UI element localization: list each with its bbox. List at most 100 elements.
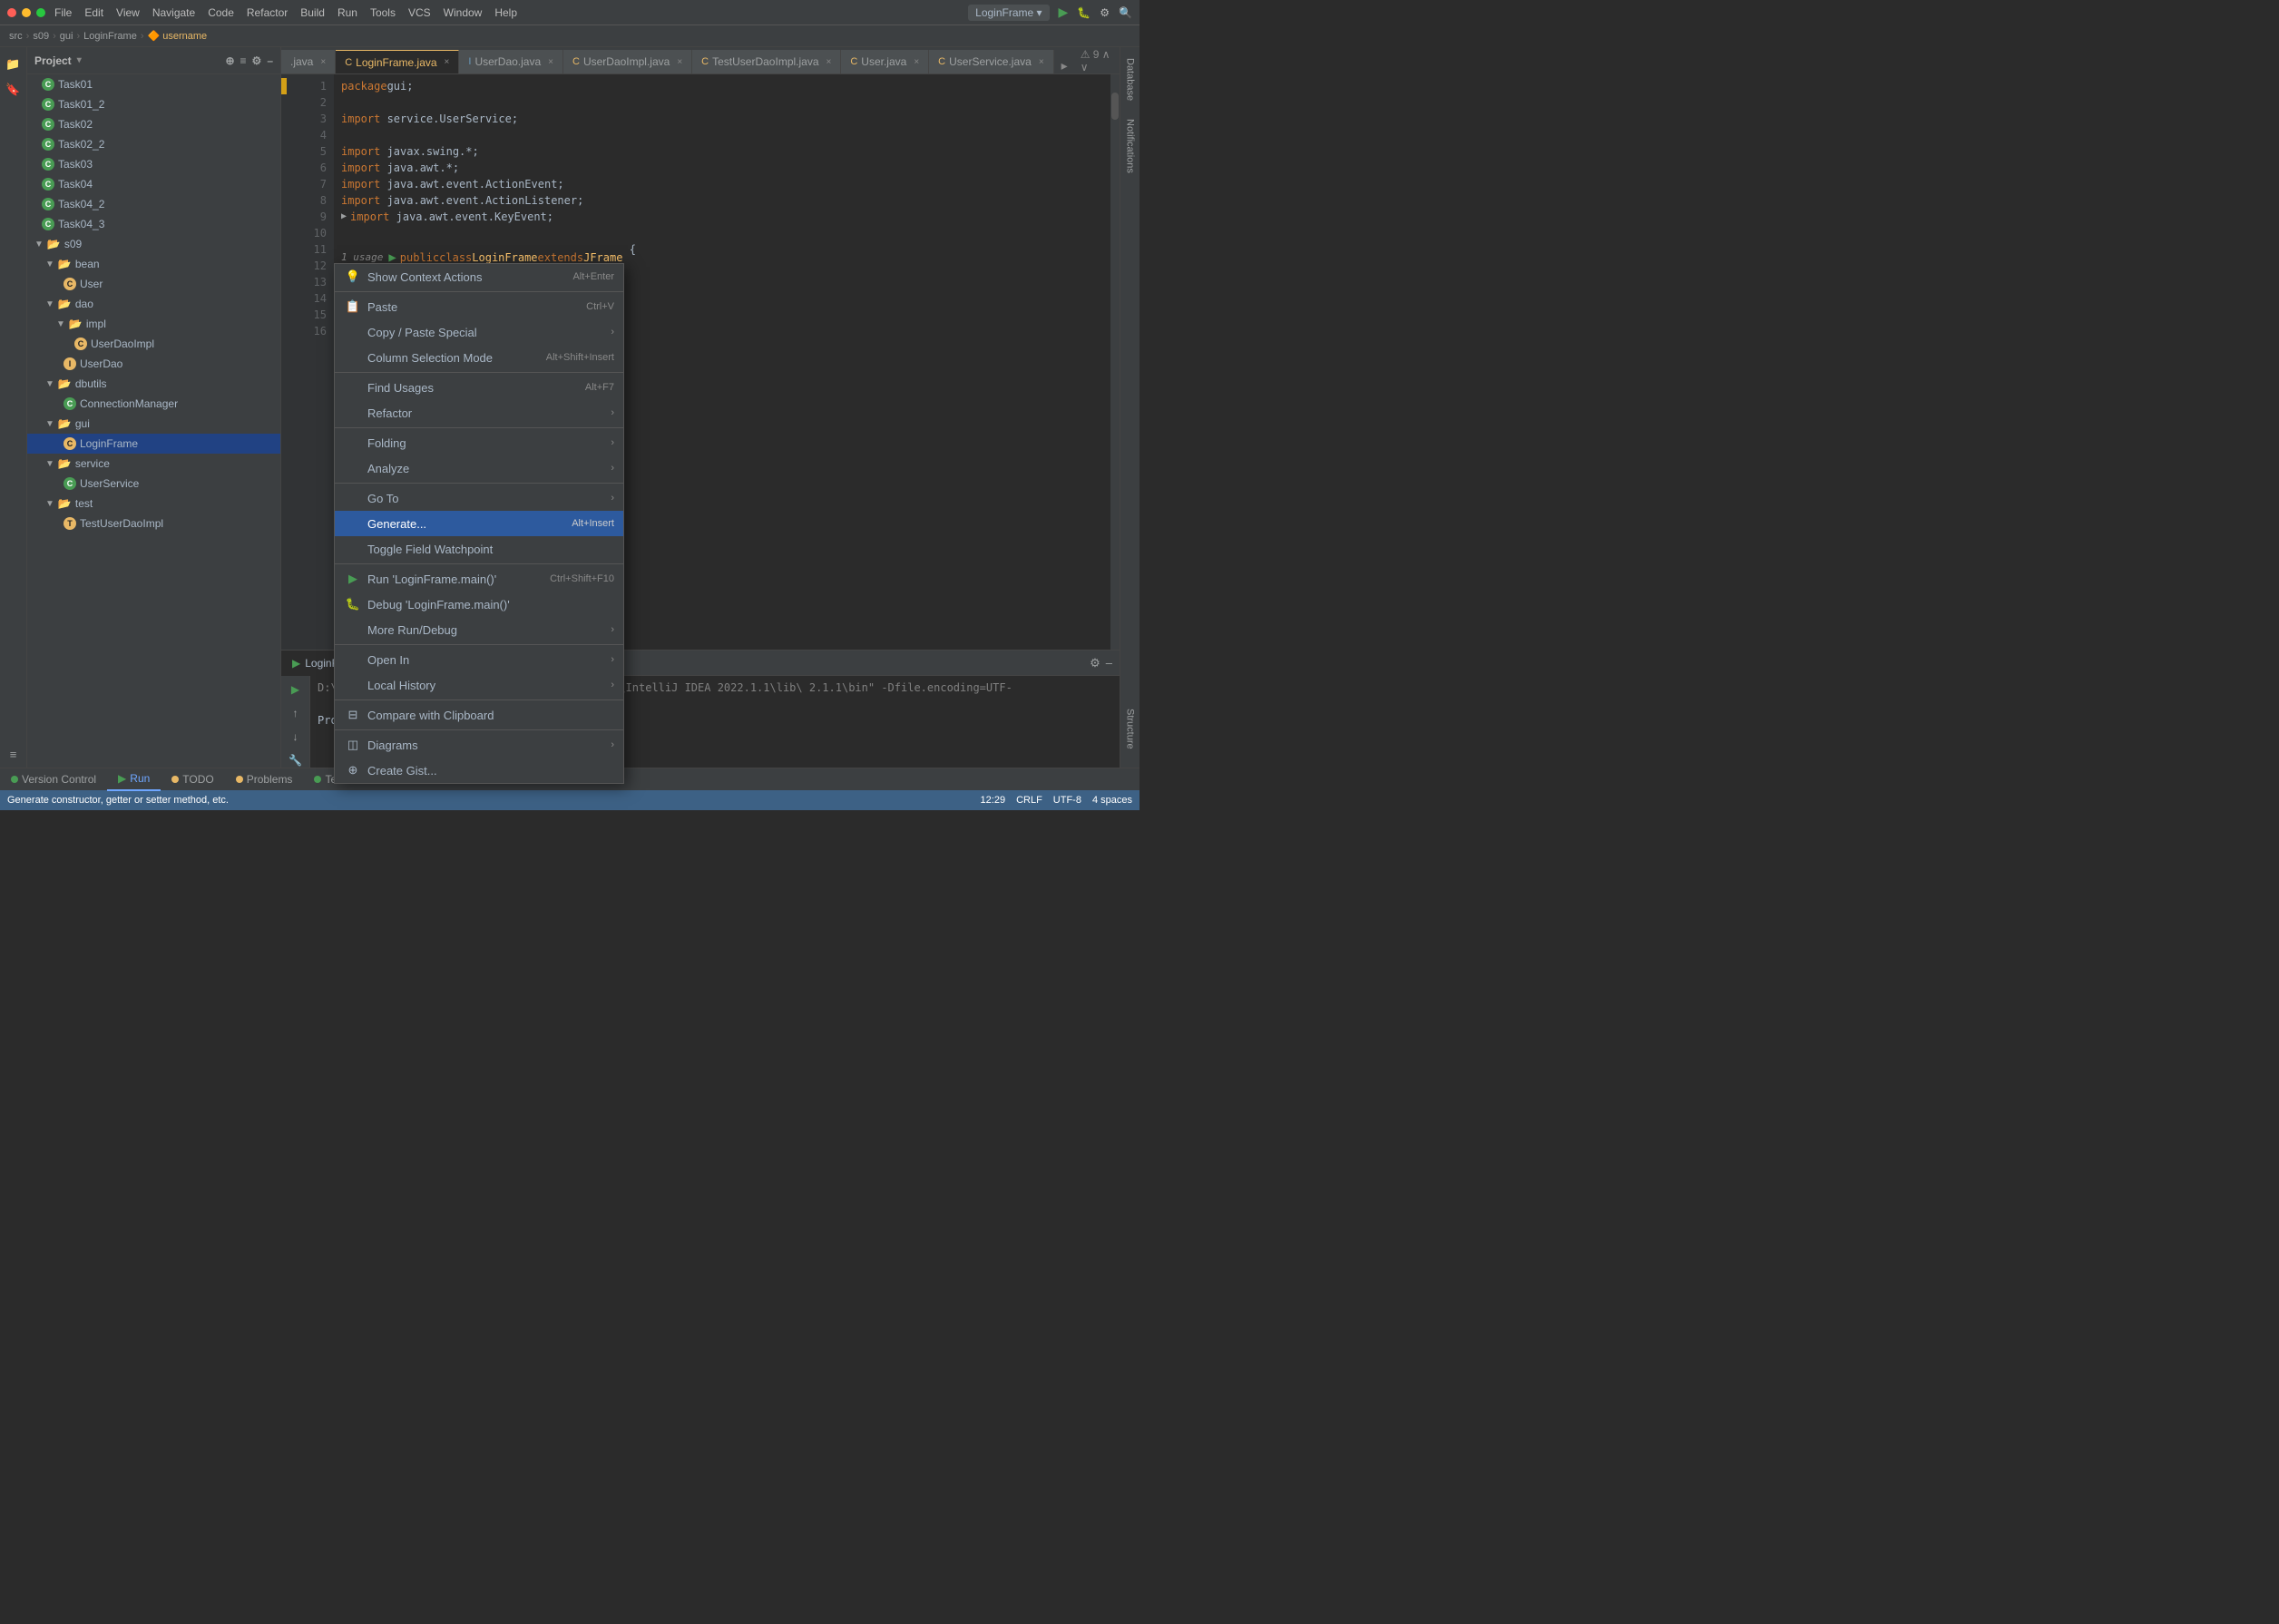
tab-close-userservice[interactable]: × [1039, 57, 1044, 67]
tree-item-user[interactable]: C User [27, 274, 280, 294]
tree-item-userservice[interactable]: C UserService [27, 474, 280, 494]
vertical-scrollbar[interactable] [1110, 74, 1120, 650]
bookmark-icon[interactable]: 🔖 [4, 80, 24, 100]
tab-userservice[interactable]: C UserService.java × [929, 50, 1054, 73]
debug-icon[interactable]: 🐛 [1077, 6, 1091, 19]
panel-sort-icon[interactable]: ≡ [240, 54, 247, 67]
menu-refactor[interactable]: Refactor [247, 6, 288, 19]
tree-item-dao[interactable]: ▼ 📂 dao [27, 294, 280, 314]
menu-build[interactable]: Build [300, 6, 325, 19]
project-dropdown-arrow[interactable]: ▾ [77, 55, 82, 65]
bottom-tab-run[interactable]: ▶ Run [107, 768, 161, 791]
menu-window[interactable]: Window [444, 6, 483, 19]
scrollbar-thumb[interactable] [1111, 93, 1119, 120]
tab-userdao[interactable]: I UserDao.java × [459, 50, 563, 73]
tab-close-userdao[interactable]: × [548, 57, 553, 67]
tab-user[interactable]: C User.java × [841, 50, 929, 73]
status-indent[interactable]: 4 spaces [1092, 795, 1132, 806]
settings-icon[interactable]: ⚙ [1100, 6, 1110, 19]
breadcrumb-src[interactable]: src [9, 31, 23, 42]
breadcrumb-gui[interactable]: gui [60, 31, 73, 42]
tree-item-task01_2[interactable]: C Task01_2 [27, 94, 280, 114]
close-button[interactable] [7, 8, 16, 17]
wrench-btn[interactable]: 🔧 [286, 750, 306, 768]
ctx-refactor[interactable]: Refactor › [335, 400, 623, 426]
menu-code[interactable]: Code [208, 6, 234, 19]
ctx-paste[interactable]: 📋 Paste Ctrl+V [335, 294, 623, 319]
ctx-create-gist[interactable]: ⊕ Create Gist... [335, 758, 623, 783]
tree-item-userdao[interactable]: I UserDao [27, 354, 280, 374]
status-encoding[interactable]: UTF-8 [1053, 795, 1081, 806]
tree-item-testuserdaoimpl[interactable]: T TestUserDaoImpl [27, 514, 280, 533]
ctx-more-run-debug[interactable]: More Run/Debug › [335, 617, 623, 642]
tree-item-gui[interactable]: ▼ 📂 gui [27, 414, 280, 434]
tab-overflow-icon[interactable]: ▸ [1054, 58, 1075, 73]
tree-item-connmgr[interactable]: C ConnectionManager [27, 394, 280, 414]
ctx-analyze[interactable]: Analyze › [335, 455, 623, 481]
menu-navigate[interactable]: Navigate [152, 6, 195, 19]
maximize-button[interactable] [36, 8, 45, 17]
project-dropdown[interactable]: LoginFrame ▾ [968, 5, 1049, 21]
database-label[interactable]: Database [1125, 58, 1136, 101]
tree-item-impl[interactable]: ▼ 📂 impl [27, 314, 280, 334]
ctx-compare-clipboard[interactable]: ⊟ Compare with Clipboard [335, 702, 623, 728]
tree-item-test[interactable]: ▼ 📂 test [27, 494, 280, 514]
run-close-icon[interactable]: – [1106, 656, 1112, 670]
tree-item-task04_3[interactable]: C Task04_3 [27, 214, 280, 234]
bottom-tab-problems[interactable]: Problems [225, 768, 304, 791]
ctx-find-usages[interactable]: Find Usages Alt+F7 [335, 375, 623, 400]
ctx-copy-paste-special[interactable]: Copy / Paste Special › [335, 319, 623, 345]
tree-item-bean[interactable]: ▼ 📂 bean [27, 254, 280, 274]
minimize-button[interactable] [22, 8, 31, 17]
ctx-generate[interactable]: Generate... Alt+Insert [335, 511, 623, 536]
menu-edit[interactable]: Edit [84, 6, 103, 19]
tab-close-java[interactable]: × [320, 57, 326, 67]
menu-run[interactable]: Run [337, 6, 357, 19]
bottom-tab-todo[interactable]: TODO [161, 768, 224, 791]
tree-item-task04[interactable]: C Task04 [27, 174, 280, 194]
ctx-diagrams[interactable]: ◫ Diagrams › [335, 732, 623, 758]
breadcrumb-loginframe[interactable]: LoginFrame [83, 31, 137, 42]
ctx-show-context-actions[interactable]: 💡 Show Context Actions Alt+Enter [335, 264, 623, 289]
ctx-folding[interactable]: Folding › [335, 430, 623, 455]
tab-userdaoimpl[interactable]: C UserDaoImpl.java × [563, 50, 692, 73]
breadcrumb-s09[interactable]: s09 [33, 31, 49, 42]
tree-item-userdaoimpl[interactable]: C UserDaoImpl [27, 334, 280, 354]
ctx-go-to[interactable]: Go To › [335, 485, 623, 511]
tab-loginframe[interactable]: C LoginFrame.java × [336, 50, 459, 73]
tab-java[interactable]: .java × [281, 50, 336, 73]
tree-item-service[interactable]: ▼ 📂 service [27, 454, 280, 474]
tree-item-task01[interactable]: C Task01 [27, 74, 280, 94]
menu-file[interactable]: File [54, 6, 72, 19]
ctx-column-selection[interactable]: Column Selection Mode Alt+Shift+Insert [335, 345, 623, 370]
tree-item-task04_2[interactable]: C Task04_2 [27, 194, 280, 214]
scroll-up-btn[interactable]: ↑ [286, 703, 306, 723]
panel-minimize-icon[interactable]: – [267, 54, 273, 67]
tab-close-user[interactable]: × [914, 57, 919, 67]
project-icon[interactable]: 📁 [4, 54, 24, 74]
tree-item-s09[interactable]: ▼ 📂 s09 [27, 234, 280, 254]
status-crlf[interactable]: CRLF [1016, 795, 1042, 806]
panel-sync-icon[interactable]: ⊕ [225, 54, 234, 67]
ctx-debug-loginframe[interactable]: 🐛 Debug 'LoginFrame.main()' [335, 592, 623, 617]
notifications-label[interactable]: Notifications [1125, 119, 1136, 173]
tab-close-testuserdaoimpl[interactable]: × [827, 57, 832, 67]
menu-tools[interactable]: Tools [370, 6, 396, 19]
structure-icon[interactable]: ≡ [4, 744, 24, 764]
tree-item-task02_2[interactable]: C Task02_2 [27, 134, 280, 154]
panel-settings-icon[interactable]: ⚙ [252, 54, 262, 67]
menu-help[interactable]: Help [494, 6, 517, 19]
ctx-toggle-field-watchpoint[interactable]: Toggle Field Watchpoint [335, 536, 623, 562]
tree-item-loginframe[interactable]: C LoginFrame [27, 434, 280, 454]
tree-item-task03[interactable]: C Task03 [27, 154, 280, 174]
tree-item-dbutils[interactable]: ▼ 📂 dbutils [27, 374, 280, 394]
ctx-local-history[interactable]: Local History › [335, 672, 623, 698]
bottom-tab-version-control[interactable]: Version Control [0, 768, 107, 791]
tab-testuserdaoimpl[interactable]: C TestUserDaoImpl.java × [692, 50, 841, 73]
run-btn[interactable]: ▶ [286, 680, 306, 699]
tab-close-loginframe[interactable]: × [445, 57, 450, 67]
tree-item-task02[interactable]: C Task02 [27, 114, 280, 134]
tab-close-userdaoimpl[interactable]: × [677, 57, 682, 67]
run-settings-icon[interactable]: ⚙ [1090, 656, 1100, 670]
menu-view[interactable]: View [116, 6, 140, 19]
